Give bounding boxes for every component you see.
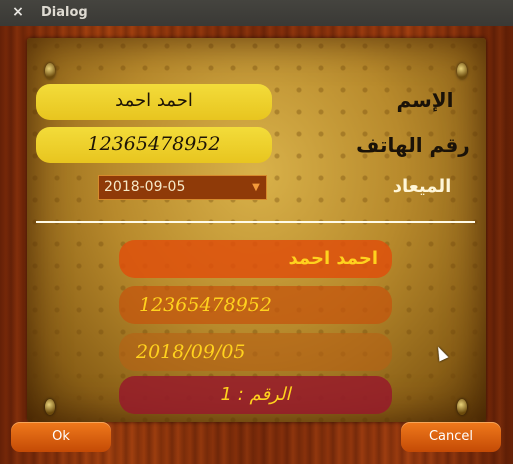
divider [36,221,475,223]
dialog-window: × Dialog احمد احمد الإسم 12365478952 رقم… [0,0,513,464]
result-phone: 12365478952 [139,294,272,316]
rivet-icon [45,399,55,415]
titlebar: × Dialog [0,0,513,26]
chevron-down-icon[interactable]: ▼ [249,179,263,196]
date-picker-value: 2018-09-05 [104,179,186,195]
cancel-button[interactable]: Cancel [401,422,501,452]
rivet-icon [457,63,467,79]
result-phone-box: 12365478952 [119,286,392,324]
rivet-icon [457,399,467,415]
rivet-icon [45,63,55,79]
result-name: احمد احمد [288,248,378,269]
name-field-value: احمد احمد [115,90,193,111]
phone-field[interactable]: 12365478952 [36,127,272,163]
phone-label: رقم الهاتف [356,133,470,157]
name-field[interactable]: احمد احمد [36,84,272,120]
result-date-box: 2018/09/05 [119,333,392,371]
date-label: الميعاد [392,176,452,197]
ok-button[interactable]: Ok [11,422,111,452]
result-date: 2018/09/05 [136,341,246,363]
close-icon[interactable]: × [10,4,26,20]
phone-field-value: 12365478952 [87,133,221,155]
name-label: الإسم [396,88,454,112]
date-picker[interactable]: 2018-09-05 ▼ [98,175,267,200]
result-number: الرقم : 1 [220,384,291,405]
result-number-box: الرقم : 1 [119,376,392,414]
result-name-box: احمد احمد [119,240,392,278]
window-title: Dialog [41,5,88,20]
